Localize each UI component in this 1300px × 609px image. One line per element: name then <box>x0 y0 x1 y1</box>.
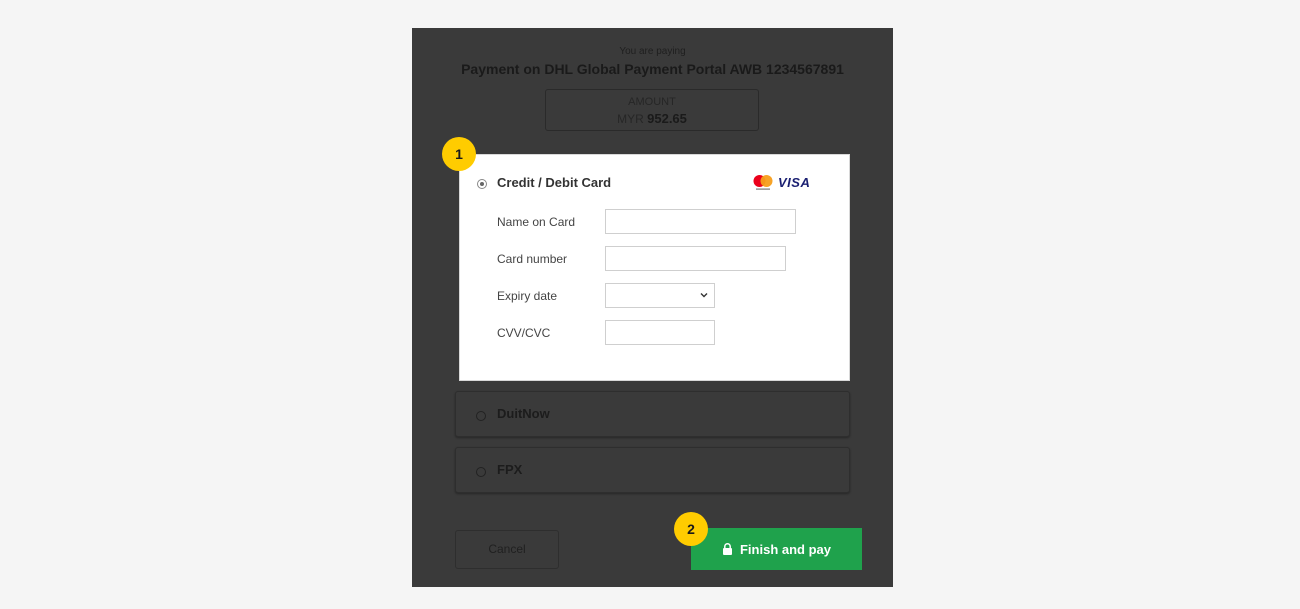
amount-value: MYR 952.65 <box>546 111 758 126</box>
step-badge-2: 2 <box>674 512 708 546</box>
payment-option-fpx[interactable]: FPX <box>455 447 850 493</box>
finish-and-pay-button[interactable]: Finish and pay <box>691 528 862 570</box>
cvv-input[interactable] <box>605 320 715 345</box>
finish-and-pay-label: Finish and pay <box>739 541 831 557</box>
visa-logo: VISA <box>778 175 811 190</box>
amount-box: AMOUNT MYR 952.65 <box>545 89 759 131</box>
card-number-label: Card number <box>497 252 568 266</box>
name-on-card-label: Name on Card <box>497 215 576 229</box>
payment-option-duitnow[interactable]: DuitNow <box>455 391 850 437</box>
lock-icon <box>722 543 732 555</box>
card-radio-selected[interactable] <box>477 179 487 189</box>
page-title: Payment on DHL Global Payment Portal AWB… <box>461 61 844 77</box>
name-on-card-input[interactable] <box>605 209 796 234</box>
amount-number: 952.65 <box>647 111 687 126</box>
fpx-label: FPX <box>497 462 523 477</box>
expiry-date-select[interactable] <box>605 283 715 308</box>
amount-currency: MYR <box>617 112 644 126</box>
duitnow-label: DuitNow <box>497 406 550 421</box>
payment-option-card[interactable]: Credit / Debit Card VISA Name on Card Ca… <box>459 154 850 381</box>
mastercard-icon <box>753 175 773 190</box>
duitnow-radio[interactable] <box>476 411 486 421</box>
card-number-input[interactable] <box>605 246 786 271</box>
cvv-label: CVV/CVC <box>497 326 551 340</box>
card-method-label: Credit / Debit Card <box>497 175 612 190</box>
chevron-down-icon <box>700 293 708 298</box>
paying-label: You are paying <box>619 46 686 57</box>
expiry-date-label: Expiry date <box>497 289 558 303</box>
amount-label: AMOUNT <box>628 96 676 108</box>
cancel-button[interactable]: Cancel <box>455 530 559 569</box>
fpx-radio[interactable] <box>476 467 486 477</box>
step-badge-1: 1 <box>442 137 476 171</box>
